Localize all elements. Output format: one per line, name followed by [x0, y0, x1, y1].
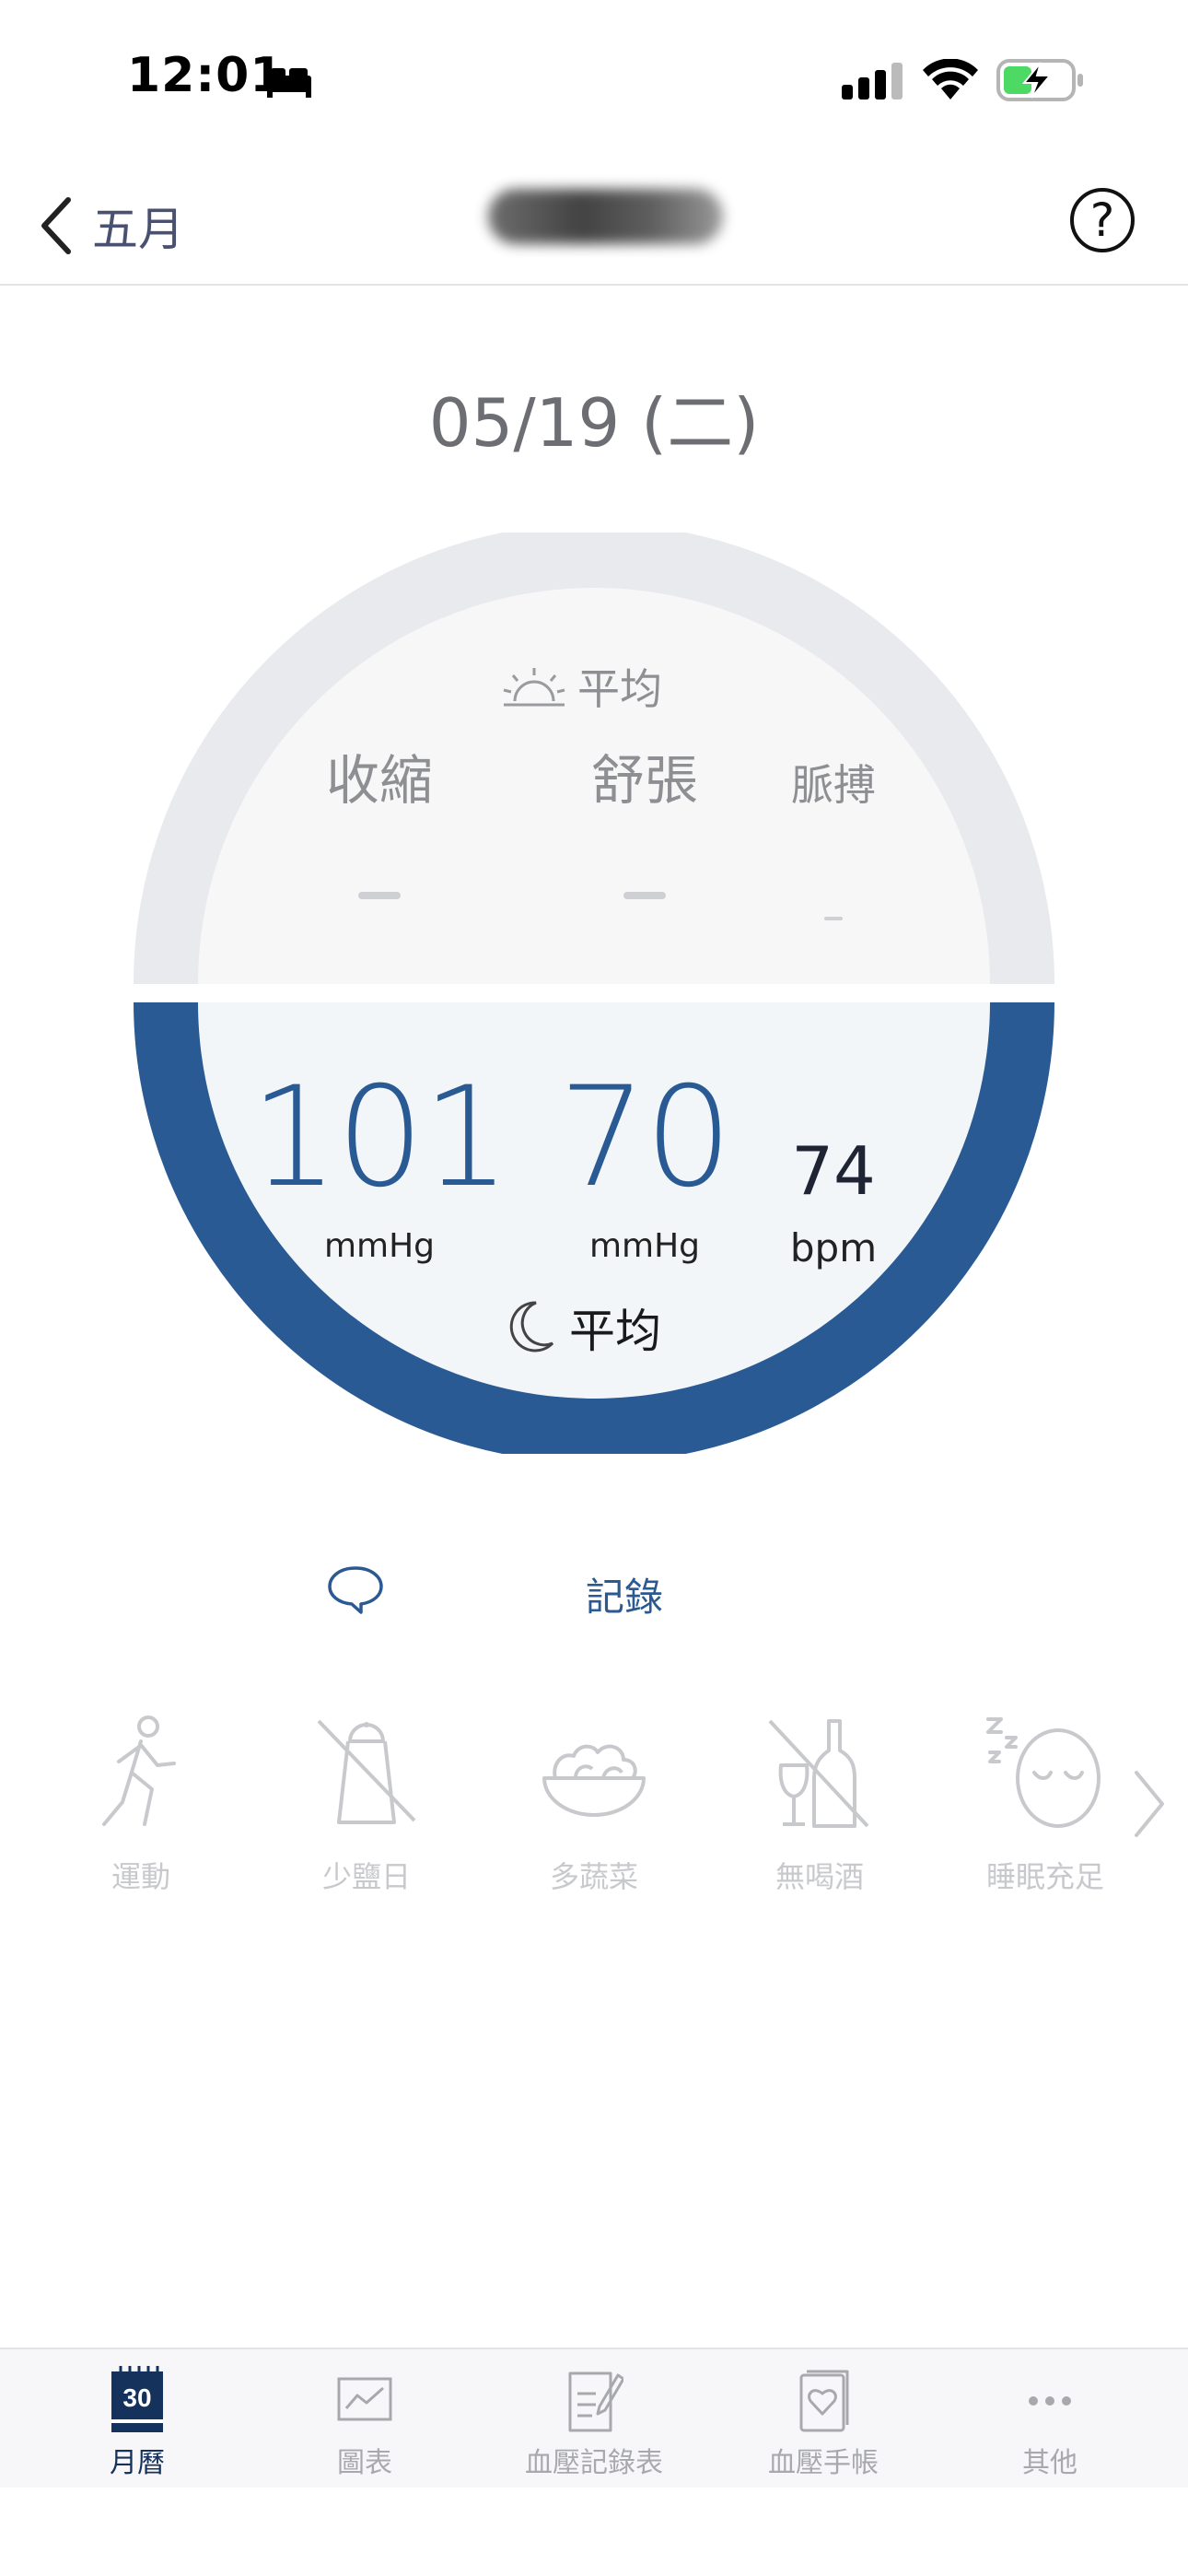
pulse-unit: bpm — [789, 1225, 878, 1270]
tab-bp-log-label: 血壓記錄表 — [525, 2447, 663, 2479]
morning-systolic-empty — [358, 892, 401, 899]
sleep-mode-icon — [267, 68, 311, 98]
tab-more[interactable]: 其他 — [958, 2366, 1142, 2480]
habit-more-vegetables-label: 多蔬菜 — [549, 1859, 638, 1894]
status-time: 12:01 — [127, 48, 285, 103]
running-icon — [102, 1715, 176, 1826]
systolic-header: 收縮 — [325, 749, 433, 812]
tab-calendar[interactable]: 30 月曆 — [45, 2366, 229, 2480]
heart-notebook-icon — [799, 2370, 849, 2432]
habit-exercise-label: 運動 — [111, 1859, 170, 1894]
morning-pulse-empty — [824, 917, 843, 920]
tab-calendar-label: 月曆 — [110, 2447, 165, 2479]
help-button[interactable]: ? — [1070, 188, 1135, 252]
help-icon: ? — [1089, 193, 1115, 247]
battery-charging-icon — [996, 59, 1083, 101]
habit-enough-sleep-label: 睡眠充足 — [985, 1859, 1104, 1894]
evening-systolic-value: 101 — [250, 1058, 510, 1218]
evening-average-label: 平均 — [508, 1294, 661, 1361]
edit-document-icon — [568, 2371, 623, 2432]
comment-icon[interactable] — [326, 1564, 385, 1616]
morning-average-text: 平均 — [577, 664, 662, 714]
diastolic-header: 舒張 — [590, 749, 698, 812]
no-salt-icon — [317, 1719, 416, 1824]
tab-bp-notebook-label: 血壓手帳 — [768, 2447, 879, 2479]
habit-exercise[interactable]: 運動 — [49, 1714, 233, 1896]
chevron-right-icon[interactable] — [1131, 1769, 1168, 1839]
tab-more-label: 其他 — [1022, 2447, 1077, 2479]
nav-divider — [0, 284, 1188, 286]
nav-title-redacted — [488, 189, 723, 244]
record-button[interactable]: 記錄 — [586, 1566, 663, 1622]
sleep-icon — [986, 1717, 1101, 1828]
back-button-label: 五月 — [92, 203, 184, 256]
habit-no-alcohol[interactable]: 無喝酒 — [728, 1714, 912, 1896]
tab-bp-notebook[interactable]: 血壓手帳 — [731, 2366, 915, 2480]
tab-chart-label: 圖表 — [337, 2447, 392, 2479]
no-alcohol-icon — [768, 1719, 869, 1828]
evening-pulse-value: 74 — [791, 1132, 876, 1210]
morning-average-label: 平均 — [502, 656, 662, 717]
habit-no-alcohol-label: 無喝酒 — [775, 1859, 864, 1894]
back-button[interactable]: 五月 — [37, 184, 184, 267]
calendar-badge: 30 — [122, 2383, 151, 2412]
sunrise-icon — [503, 668, 565, 707]
page-date: 05/19 (二) — [428, 384, 760, 462]
calendar-icon: 30 — [111, 2366, 163, 2432]
pulse-header: 脈搏 — [791, 760, 876, 810]
line-chart-icon — [337, 2377, 392, 2421]
habit-more-vegetables[interactable]: 多蔬菜 — [502, 1714, 686, 1896]
habit-enough-sleep[interactable]: 睡眠充足 — [953, 1714, 1137, 1896]
tab-bp-log[interactable]: 血壓記錄表 — [502, 2366, 686, 2480]
salad-bowl-icon — [542, 1744, 646, 1817]
evening-average-text: 平均 — [569, 1305, 661, 1358]
habit-low-salt-label: 少鹽日 — [321, 1859, 411, 1894]
more-icon — [1029, 2396, 1071, 2406]
diastolic-unit: mmHg — [588, 1227, 701, 1265]
systolic-unit: mmHg — [323, 1227, 436, 1265]
morning-diastolic-empty — [623, 892, 666, 899]
moon-icon — [509, 1301, 554, 1352]
wifi-icon — [923, 59, 978, 100]
chevron-left-icon — [41, 197, 71, 254]
habit-low-salt[interactable]: 少鹽日 — [274, 1714, 459, 1896]
cellular-signal-icon — [842, 63, 903, 100]
tab-chart[interactable]: 圖表 — [273, 2366, 457, 2480]
